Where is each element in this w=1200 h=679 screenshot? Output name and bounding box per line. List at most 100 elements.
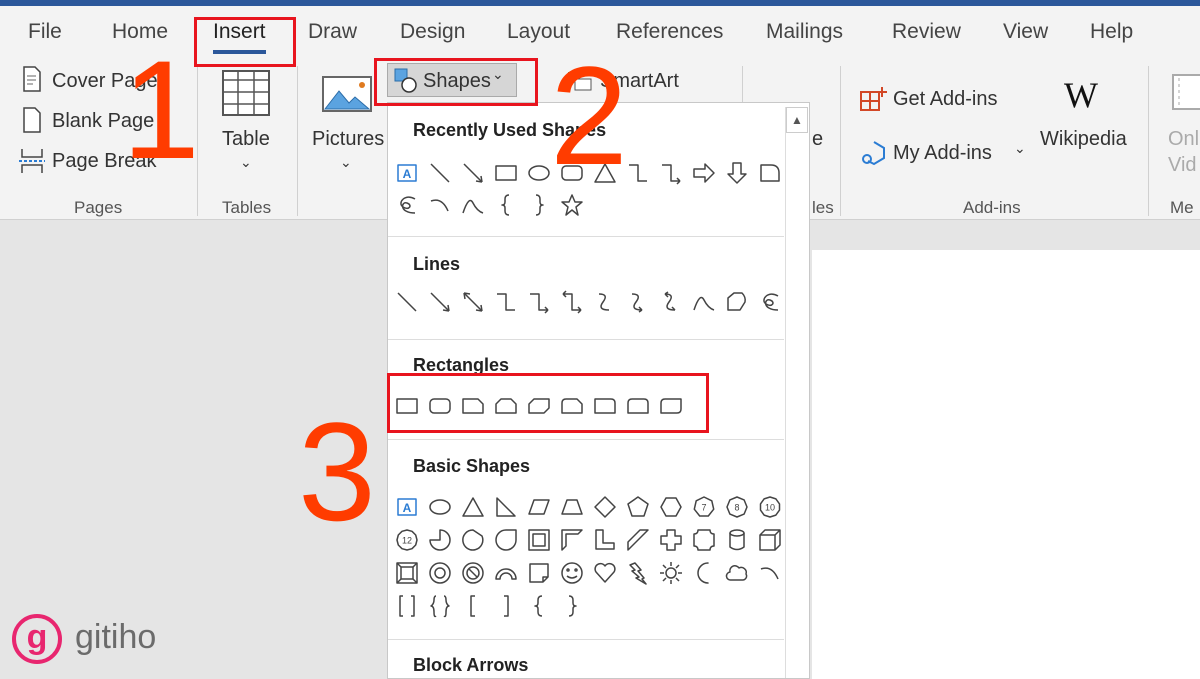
shape-octagon[interactable]: 8 [720,491,753,523]
shape-can[interactable] [720,524,753,556]
shape-double-arrow[interactable] [456,286,489,318]
shape-elbow-arrow[interactable] [654,157,687,189]
shape-elbow[interactable] [489,286,522,318]
shape-left-brace[interactable] [522,590,555,622]
sun-icon [659,562,682,584]
shape-moon[interactable] [687,557,720,589]
video-icon [1172,74,1200,110]
dodecagon-icon: 12 [395,529,418,551]
shape-right-arrow[interactable] [687,157,720,189]
shape-cloud[interactable] [720,557,753,589]
shape-donut[interactable] [423,557,456,589]
shape-left-bracket[interactable] [456,590,489,622]
shape-cube[interactable] [753,524,786,556]
tab-design[interactable]: Design [400,20,465,44]
shape-arrow[interactable] [423,286,456,318]
curved-arrow-icon [631,293,643,313]
tab-mailings[interactable]: Mailings [766,20,843,44]
shape-lightning[interactable] [621,557,654,589]
shape-curved-double-arrow[interactable] [654,286,687,318]
shape-teardrop[interactable] [489,524,522,556]
shape-elbow-double-arrow[interactable] [555,286,588,318]
my-addins-label: My Add-ins [893,142,992,164]
shape-l-shape[interactable] [588,524,621,556]
donut-icon [428,562,451,584]
tab-draw[interactable]: Draw [308,20,357,44]
cross-icon [659,529,682,551]
shape-line[interactable] [390,286,423,318]
shape-curved-arrow[interactable] [621,286,654,318]
shape-diamond[interactable] [588,491,621,523]
shape-scribble[interactable] [390,189,423,221]
elbow-icon [496,293,515,311]
shape-rectangle[interactable] [489,157,522,189]
shape-plaque[interactable] [687,524,720,556]
shape-dodecagon[interactable]: 12 [390,524,423,556]
online-video-label-2: Vid [1168,154,1197,176]
shape-diagonal-stripe[interactable] [621,524,654,556]
shape-folded-corner[interactable] [522,557,555,589]
shape-text-box[interactable]: A [390,157,423,189]
curved-connector-icon [598,293,609,311]
shape-line[interactable] [423,157,456,189]
chevron-down-icon: ⌄ [340,154,352,170]
shape-trapezoid[interactable] [555,491,588,523]
shape-hexagon[interactable] [654,491,687,523]
shape-pentagon[interactable] [621,491,654,523]
tab-help[interactable]: Help [1090,20,1133,44]
shape-left-brace[interactable] [489,189,522,221]
table-label: Table [222,128,270,150]
shape-elbow-arrow[interactable] [522,286,555,318]
shape-block-arc[interactable] [489,557,522,589]
shape-down-arrow[interactable] [720,157,753,189]
shape-snip-shape[interactable] [753,157,786,189]
shape-bevel[interactable] [390,557,423,589]
scrollbar[interactable]: ▲ [785,107,808,678]
elbow-arrow-icon [529,293,549,314]
pie-icon [428,529,451,551]
lightning-icon [628,562,647,585]
tab-references[interactable]: References [616,20,723,44]
shape-arrow[interactable] [456,157,489,189]
shape-double-brace[interactable] [423,590,456,622]
shape-sun[interactable] [654,557,687,589]
shape-heptagon[interactable]: 7 [687,491,720,523]
shape-scribble[interactable] [753,286,786,318]
blank-page-icon [23,107,41,133]
svg-text:10: 10 [764,503,774,513]
shape-decagon[interactable]: 10 [753,491,786,523]
shape-curved-connector[interactable] [588,286,621,318]
tab-review[interactable]: Review [892,20,961,44]
shape-heart[interactable] [588,557,621,589]
shape-double-bracket[interactable] [390,590,423,622]
shape-arc[interactable] [423,189,456,221]
shape-curve[interactable] [687,286,720,318]
group-label-addins: Add-ins [963,198,1021,217]
shape-right-brace[interactable] [555,590,588,622]
scroll-up-button[interactable]: ▲ [786,107,808,133]
shape-cross[interactable] [654,524,687,556]
group-label-tables: Tables [222,198,272,217]
shape-curve[interactable] [456,189,489,221]
shape-freeform[interactable] [720,286,753,318]
shape-half-frame[interactable] [555,524,588,556]
document-page[interactable] [812,250,1200,679]
shape-oval[interactable] [423,491,456,523]
shape-frame[interactable] [522,524,555,556]
shape-parallelogram[interactable] [522,491,555,523]
pictures-label: Pictures [312,128,385,150]
shape-smiley[interactable] [555,557,588,589]
tab-view[interactable]: View [1003,20,1048,44]
tab-file[interactable]: File [28,20,62,44]
shape-text-box[interactable]: A [390,491,423,523]
shape-pie[interactable] [423,524,456,556]
gitiho-logo-text: gitiho [75,618,157,656]
shape-chord[interactable] [456,524,489,556]
shape-right-bracket[interactable] [489,590,522,622]
shape-no-symbol[interactable] [456,557,489,589]
shape-triangle[interactable] [456,491,489,523]
shape-right-triangle[interactable] [489,491,522,523]
shape-arc[interactable] [753,557,786,589]
text-box-icon: A [396,498,417,516]
highlight-shapes-button [374,58,538,106]
